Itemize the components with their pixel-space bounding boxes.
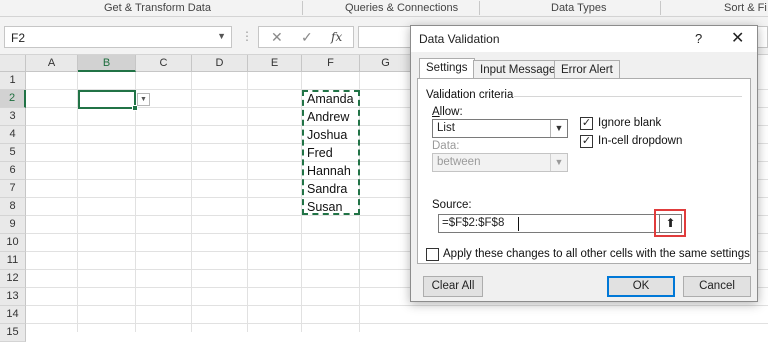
gridline xyxy=(26,323,768,324)
row-header-8[interactable]: 8 xyxy=(0,198,26,216)
column-header-f[interactable]: F xyxy=(302,55,360,72)
ok-button[interactable]: OK xyxy=(607,276,675,297)
ribbon-group-labels: Get & Transform Data Queries & Connectio… xyxy=(0,0,768,17)
allow-select[interactable]: List ▼ xyxy=(432,119,568,138)
gridline xyxy=(135,72,136,332)
drag-handle-icon[interactable]: ⋮ xyxy=(241,29,253,43)
in-cell-dropdown-checkbox[interactable]: ✓ xyxy=(580,135,593,148)
gridline xyxy=(191,72,192,332)
ignore-blank-label: Ignore blank xyxy=(598,117,662,129)
column-header-b[interactable]: B xyxy=(78,55,136,72)
cell-f8[interactable]: Susan xyxy=(307,200,342,214)
name-box[interactable]: F2 ▼ xyxy=(4,26,232,48)
row-header-1[interactable]: 1 xyxy=(0,72,26,90)
close-icon[interactable]: ✕ xyxy=(731,28,744,48)
tab-input-message[interactable]: Input Message xyxy=(473,60,563,79)
chevron-down-icon[interactable]: ▼ xyxy=(550,154,567,171)
enter-icon[interactable]: ✓ xyxy=(301,29,313,46)
cell-f6[interactable]: Hannah xyxy=(307,164,351,178)
row-header-3[interactable]: 3 xyxy=(0,108,26,126)
formula-buttons: ✕ ✓ fx xyxy=(258,26,354,48)
section-divider xyxy=(514,96,742,97)
insert-function-icon[interactable]: fx xyxy=(331,30,342,44)
row-header-15[interactable]: 15 xyxy=(0,324,26,342)
column-header-c[interactable]: C xyxy=(136,55,192,72)
column-header-e[interactable]: E xyxy=(248,55,302,72)
cell-dropdown-arrow-icon[interactable]: ▼ xyxy=(137,93,150,106)
row-header-14[interactable]: 14 xyxy=(0,306,26,324)
ribbon-group-queries: Queries & Connections xyxy=(345,2,459,14)
cell-f7[interactable]: Sandra xyxy=(307,182,347,196)
row-header-7[interactable]: 7 xyxy=(0,180,26,198)
column-header-a[interactable]: A xyxy=(26,55,78,72)
row-header-9[interactable]: 9 xyxy=(0,216,26,234)
chevron-down-icon[interactable]: ▼ xyxy=(217,31,226,41)
chevron-down-icon[interactable]: ▼ xyxy=(550,120,567,137)
dialog-title: Data Validation xyxy=(419,32,500,46)
cancel-button[interactable]: Cancel xyxy=(683,276,751,297)
gridline xyxy=(247,72,248,332)
row-header-2[interactable]: 2 xyxy=(0,90,26,108)
data-select-value: between xyxy=(437,156,481,168)
in-cell-dropdown-label: In-cell dropdown xyxy=(598,135,683,147)
ignore-blank-checkbox[interactable]: ✓ xyxy=(580,117,593,130)
row-header-13[interactable]: 13 xyxy=(0,288,26,306)
cell-f5[interactable]: Fred xyxy=(307,146,333,160)
ribbon-group-get-transform: Get & Transform Data xyxy=(104,2,211,14)
ribbon-separator xyxy=(479,1,480,15)
dialog-title-bar[interactable]: Data Validation ? ✕ xyxy=(411,26,757,52)
text-caret xyxy=(518,217,519,231)
ribbon-separator xyxy=(302,1,303,15)
ribbon-group-data-types: Data Types xyxy=(551,2,607,14)
row-header-6[interactable]: 6 xyxy=(0,162,26,180)
cell-f3[interactable]: Andrew xyxy=(307,110,349,124)
cell-f4[interactable]: Joshua xyxy=(307,128,347,142)
data-validation-dialog: Data Validation ? ✕ Settings Input Messa… xyxy=(410,25,758,302)
active-cell-b2[interactable] xyxy=(78,90,138,111)
row-header-4[interactable]: 4 xyxy=(0,126,26,144)
gridline xyxy=(26,305,768,306)
allow-select-value: List xyxy=(437,122,455,134)
data-select[interactable]: between ▼ xyxy=(432,153,568,172)
row-header-5[interactable]: 5 xyxy=(0,144,26,162)
tab-settings[interactable]: Settings xyxy=(419,58,475,79)
validation-criteria-heading: Validation criteria xyxy=(426,89,514,101)
apply-all-checkbox[interactable] xyxy=(426,248,439,261)
apply-all-label: Apply these changes to all other cells w… xyxy=(443,248,750,260)
tab-error-alert[interactable]: Error Alert xyxy=(554,60,620,79)
allow-label: Allow: xyxy=(432,106,463,118)
ribbon-separator xyxy=(660,1,661,15)
source-input-value: =$F$2:$F$8 xyxy=(442,217,505,229)
help-button[interactable]: ? xyxy=(695,31,702,46)
row-header-11[interactable]: 11 xyxy=(0,252,26,270)
row-header-12[interactable]: 12 xyxy=(0,270,26,288)
cell-f2[interactable]: Amanda xyxy=(307,92,354,106)
highlight-annotation xyxy=(654,209,686,237)
select-all-corner[interactable] xyxy=(0,55,26,72)
row-header-10[interactable]: 10 xyxy=(0,234,26,252)
allow-label-text: llow: xyxy=(439,106,463,118)
gridline xyxy=(77,72,78,332)
source-label: Source: xyxy=(432,199,472,211)
clear-all-button[interactable]: Clear All xyxy=(423,276,483,297)
column-header-g[interactable]: G xyxy=(360,55,412,72)
ribbon-group-sort-filter: Sort & Fi xyxy=(724,2,767,14)
column-header-d[interactable]: D xyxy=(192,55,248,72)
name-box-value: F2 xyxy=(11,31,26,45)
data-label: Data: xyxy=(432,140,460,152)
settings-panel: Validation criteria Allow: List ▼ ✓ Igno… xyxy=(417,78,751,264)
cancel-icon[interactable]: ✕ xyxy=(271,29,283,46)
source-input[interactable]: =$F$2:$F$8 xyxy=(438,214,682,233)
